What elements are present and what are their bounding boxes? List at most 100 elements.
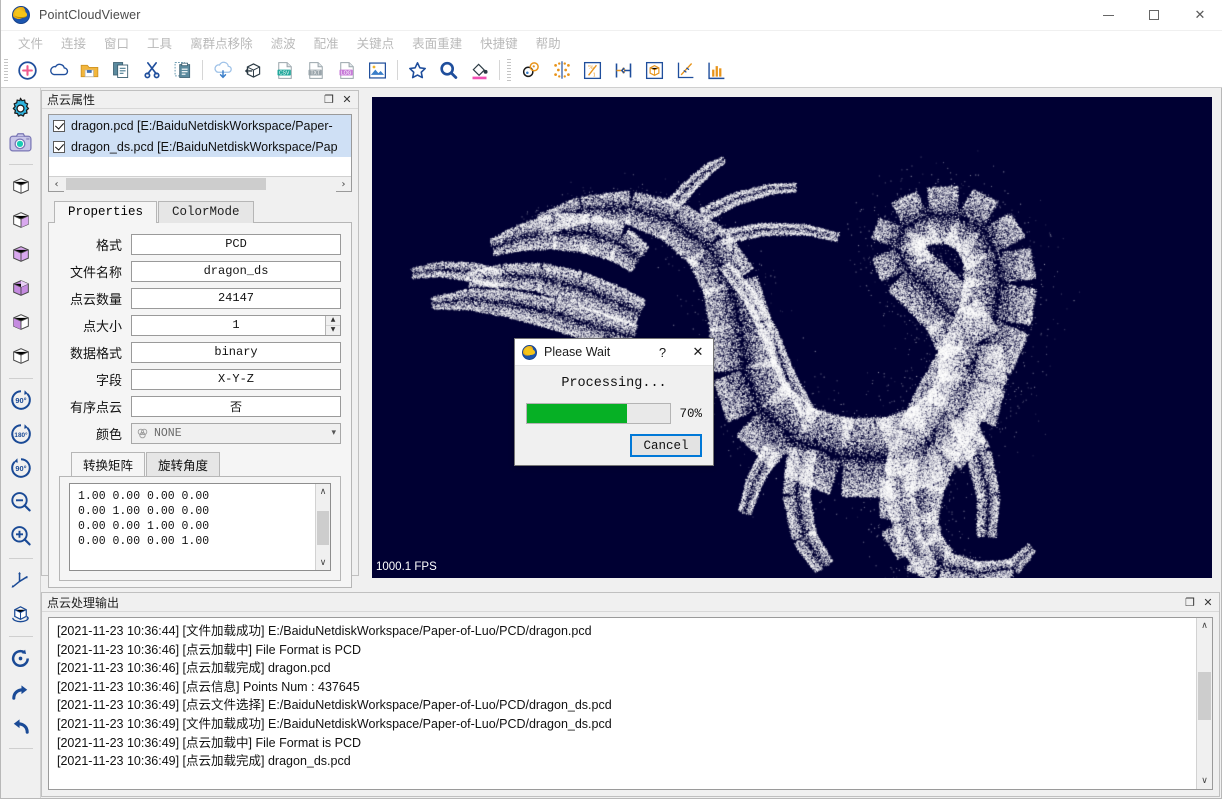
save-txt-button[interactable]: TXT <box>300 55 331 86</box>
scroll-left-icon[interactable]: ‹ <box>49 177 64 192</box>
list-item[interactable]: dragon.pcd [E:/BaiduNetdiskWorkspace/Pap… <box>49 115 351 136</box>
file-list-horizontal-scrollbar[interactable]: ‹ › <box>49 176 351 192</box>
point-cloud-canvas[interactable] <box>372 97 1212 578</box>
dialog-help-button[interactable]: ? <box>649 345 676 360</box>
menu-file[interactable]: 文件 <box>9 31 52 54</box>
view-iso-button[interactable] <box>5 170 37 202</box>
field-value-format[interactable]: PCD <box>131 233 341 255</box>
fill-color-button[interactable] <box>464 55 495 86</box>
scroll-up-icon[interactable]: ∧ <box>316 484 330 499</box>
log-output-box[interactable]: [2021-11-23 10:36:44] [文件加载成功] E:/BaiduN… <box>48 617 1213 790</box>
tab-properties[interactable]: Properties <box>54 201 158 223</box>
scroll-thumb[interactable] <box>66 177 266 190</box>
rotate-180-button[interactable]: 180° <box>5 418 37 450</box>
bounding-box-button[interactable] <box>639 55 670 86</box>
matrix-vertical-scrollbar[interactable]: ∧ ∨ <box>315 484 330 570</box>
rotate-90-ccw-button[interactable]: 90° <box>5 452 37 484</box>
field-value-data-format[interactable]: binary <box>131 341 341 363</box>
field-value-filename[interactable]: dragon_ds <box>131 260 341 282</box>
transform-matrix-box[interactable]: 1.00 0.00 0.00 0.00 0.00 1.00 0.00 0.00 … <box>69 483 331 571</box>
output-panel-float-button[interactable]: ❐ <box>1181 594 1199 610</box>
export-cube-button[interactable] <box>238 55 269 86</box>
menu-keypoints[interactable]: 关键点 <box>348 31 404 54</box>
menu-filter[interactable]: 滤波 <box>262 31 305 54</box>
quantity-stepper[interactable]: ▲ ▼ <box>325 315 340 335</box>
normalize-button[interactable]: % 1 <box>577 55 608 86</box>
settings-button[interactable] <box>5 92 37 124</box>
registration-button[interactable] <box>515 55 546 86</box>
camera-capture-button[interactable] <box>5 126 37 158</box>
zoom-out-button[interactable] <box>5 486 37 518</box>
scroll-right-icon[interactable]: › <box>336 177 351 192</box>
output-panel-close-button[interactable]: ✕ <box>1199 594 1217 610</box>
point-cloud-viewport[interactable]: 1000.1 FPS <box>372 97 1212 578</box>
menu-window[interactable]: 窗口 <box>95 31 138 54</box>
menu-help[interactable]: 帮助 <box>527 31 570 54</box>
scroll-track[interactable] <box>64 176 336 192</box>
dialog-close-button[interactable]: ✕ <box>683 345 713 360</box>
reset-view-button[interactable] <box>5 642 37 674</box>
histogram-button[interactable] <box>701 55 732 86</box>
scroll-track[interactable] <box>316 499 330 555</box>
redo-button[interactable] <box>5 676 37 708</box>
favorite-button[interactable] <box>402 55 433 86</box>
toolbar-grip[interactable] <box>4 59 8 81</box>
save-log-button[interactable]: LOG <box>331 55 362 86</box>
point-cloud-file-list[interactable]: dragon.pcd [E:/BaiduNetdiskWorkspace/Pap… <box>48 114 352 192</box>
copy-document-button[interactable] <box>105 55 136 86</box>
scroll-thumb[interactable] <box>1198 672 1211 720</box>
close-button[interactable]: ✕ <box>1177 0 1222 31</box>
view-right-button[interactable] <box>5 272 37 304</box>
orbit-cube-button[interactable] <box>5 598 37 630</box>
tab-rotation-angles[interactable]: 旋转角度 <box>146 452 221 477</box>
save-image-button[interactable] <box>362 55 393 86</box>
field-value-point-count[interactable]: 24147 <box>131 287 341 309</box>
field-value-organized[interactable]: 否 <box>131 395 341 417</box>
color-mode-select[interactable]: NONE ▾ <box>131 422 341 444</box>
open-folder-button[interactable] <box>74 55 105 86</box>
log-vertical-scrollbar[interactable]: ∧ ∨ <box>1196 618 1212 789</box>
mirror-points-button[interactable] <box>546 55 577 86</box>
coordinate-axes-button[interactable] <box>5 564 37 596</box>
menu-connect[interactable]: 连接 <box>52 31 95 54</box>
scroll-thumb[interactable] <box>317 511 329 545</box>
toolbar-grip-2[interactable] <box>507 59 511 81</box>
scroll-up-icon[interactable]: ∧ <box>1197 618 1212 634</box>
maximize-button[interactable] <box>1131 0 1177 31</box>
scroll-track[interactable] <box>1197 634 1212 773</box>
scroll-down-icon[interactable]: ∨ <box>1197 773 1212 789</box>
menu-outlier-removal[interactable]: 离群点移除 <box>181 31 262 54</box>
file-checkbox[interactable] <box>53 140 65 153</box>
view-left-button[interactable] <box>5 306 37 338</box>
menu-tools[interactable]: 工具 <box>138 31 181 54</box>
menu-shortcuts[interactable]: 快捷键 <box>471 31 527 54</box>
minimize-button[interactable] <box>1085 0 1131 31</box>
field-value-fields[interactable]: X-Y-Z <box>131 368 341 390</box>
cancel-button[interactable]: Cancel <box>630 434 702 457</box>
stepper-up-icon[interactable]: ▲ <box>326 316 340 326</box>
properties-panel-close-button[interactable]: ✕ <box>338 92 356 108</box>
axis-plot-button[interactable] <box>670 55 701 86</box>
view-back-button[interactable] <box>5 340 37 372</box>
cut-button[interactable] <box>136 55 167 86</box>
undo-button[interactable] <box>5 710 37 742</box>
view-front-button[interactable] <box>5 204 37 236</box>
scroll-down-icon[interactable]: ∨ <box>316 555 330 570</box>
save-csv-button[interactable]: CSV <box>269 55 300 86</box>
properties-panel-float-button[interactable]: ❐ <box>320 92 338 108</box>
rotate-90-cw-button[interactable]: 90° <box>5 384 37 416</box>
file-checkbox[interactable] <box>53 119 65 132</box>
paste-button[interactable] <box>167 55 198 86</box>
align-center-button[interactable] <box>608 55 639 86</box>
view-top-button[interactable] <box>5 238 37 270</box>
tab-colormode[interactable]: ColorMode <box>158 201 254 223</box>
search-button[interactable] <box>433 55 464 86</box>
cloud-download-button[interactable] <box>207 55 238 86</box>
menu-registration[interactable]: 配准 <box>305 31 348 54</box>
stepper-down-icon[interactable]: ▼ <box>326 326 340 335</box>
zoom-in-button[interactable] <box>5 520 37 552</box>
field-value-point-size[interactable]: 1 ▲ ▼ <box>131 314 341 336</box>
tab-transform-matrix[interactable]: 转换矩阵 <box>71 452 146 477</box>
add-point-cloud-button[interactable] <box>12 55 43 86</box>
menu-surface-reconstruction[interactable]: 表面重建 <box>403 31 471 54</box>
